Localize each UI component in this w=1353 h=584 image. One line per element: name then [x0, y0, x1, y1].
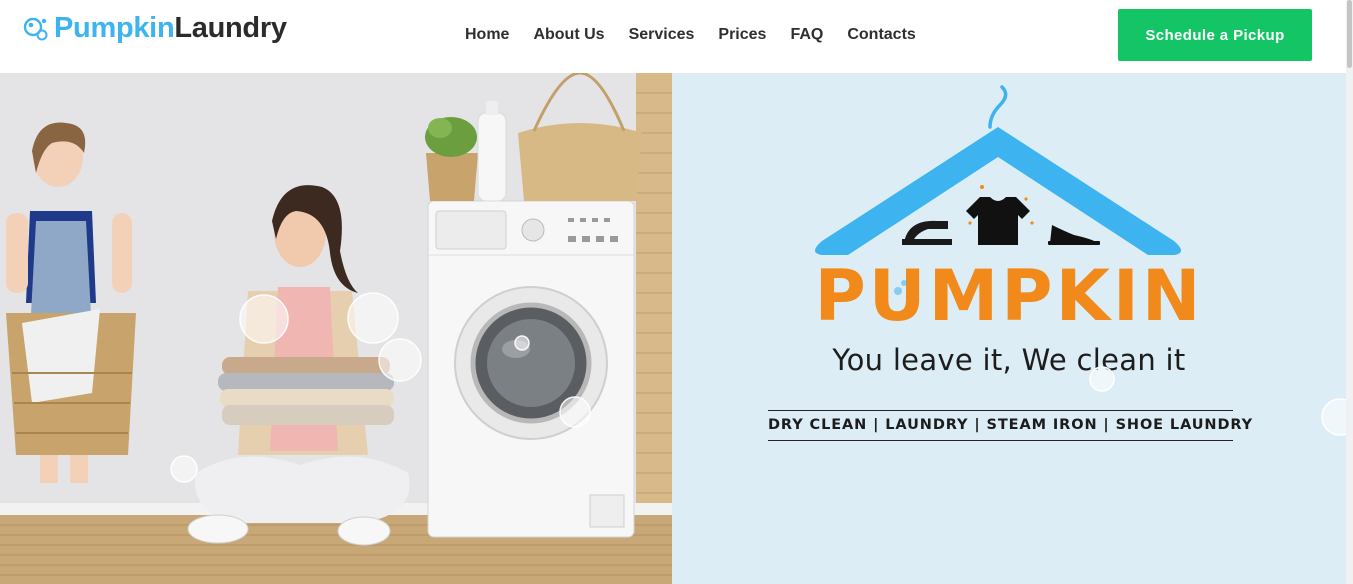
- main-nav: Home About Us Services Prices FAQ Contac…: [465, 26, 940, 44]
- nav-prices[interactable]: Prices: [718, 26, 766, 44]
- hero-tagline: You leave it, We clean it: [832, 343, 1186, 377]
- site-header: PumpkinLaundry Home About Us Services Pr…: [0, 0, 1346, 73]
- tshirt-icon: [966, 197, 1030, 245]
- nav-about-us[interactable]: About Us: [533, 26, 604, 44]
- bubbles-logo-icon: [23, 17, 48, 40]
- nav-services[interactable]: Services: [629, 26, 695, 44]
- services-strip: DRY CLEAN | LAUNDRY | STEAM IRON | SHOE …: [768, 410, 1252, 441]
- nav-faq[interactable]: FAQ: [790, 26, 823, 44]
- nav-home[interactable]: Home: [465, 26, 509, 44]
- scrollbar-thumb[interactable]: [1347, 0, 1352, 68]
- brand-panel: PUMPKIN You leave it, We clean it DRY CL…: [672, 73, 1346, 584]
- hero-photo: [0, 73, 672, 584]
- nav-contacts[interactable]: Contacts: [847, 26, 915, 44]
- hero-banner: PUMPKIN You leave it, We clean it DRY CL…: [0, 73, 1346, 584]
- hanger-hook: [988, 85, 1008, 129]
- laundry-scene-illustration: [0, 73, 672, 584]
- pumpkin-wordmark: PUMPKIN: [672, 261, 1346, 331]
- brand-logo[interactable]: PumpkinLaundry: [22, 14, 287, 43]
- scrollbar-track[interactable]: [1346, 0, 1353, 584]
- schedule-pickup-button[interactable]: Schedule a Pickup: [1118, 9, 1312, 61]
- brand-name: PumpkinLaundry: [54, 12, 287, 44]
- shoe-icon: [1050, 225, 1098, 243]
- wordmark-text: PUMPKIN: [814, 255, 1204, 337]
